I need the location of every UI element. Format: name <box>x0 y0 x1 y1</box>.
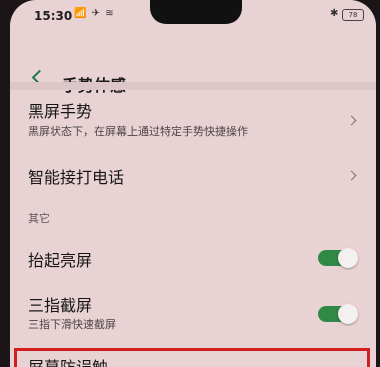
highlight-annotation-box <box>14 348 370 367</box>
setting-item-title: 智能接打电话 <box>28 168 125 187</box>
setting-item-subtitle: 三指下滑快速截屏 <box>28 318 116 331</box>
toggle-knob <box>338 248 358 268</box>
setting-item-smart-call[interactable]: 智能接打电话 <box>10 152 376 200</box>
setting-item-three-finger-screenshot[interactable]: 三指截屏 三指下滑快速截屏 <box>10 284 376 344</box>
three-finger-screenshot-toggle[interactable] <box>318 304 358 324</box>
setting-item-title: 三指截屏 <box>28 296 93 315</box>
status-time: 15:30 <box>34 9 73 23</box>
chevron-right-icon <box>346 170 357 181</box>
setting-item-title: 抬起亮屏 <box>28 251 93 270</box>
camera-notch <box>150 0 242 24</box>
signal-wifi-icon: 📶 ✈ ≋ <box>74 8 115 19</box>
setting-item-subtitle: 黑屏状态下，在屏幕上通过特定手势快捷操作 <box>28 125 248 138</box>
section-header-other: 其它 <box>28 212 50 225</box>
setting-item-title: 黑屏手势 <box>28 102 93 121</box>
battery-icon: 78 <box>342 9 364 21</box>
raise-to-wake-toggle[interactable] <box>318 248 358 268</box>
section-divider <box>10 82 376 90</box>
setting-item-raise-to-wake[interactable]: 抬起亮屏 <box>10 236 376 280</box>
phone-screen: 15:30 📶 ✈ ≋ ✱ 78 手势体感 黑屏手势 黑屏状态下，在屏幕上通过特… <box>10 0 376 367</box>
toggle-knob <box>338 304 358 324</box>
status-bar: 15:30 📶 ✈ ≋ ✱ 78 <box>10 0 376 34</box>
title-bar: 手势体感 <box>10 34 376 95</box>
setting-item-black-screen-gesture[interactable]: 黑屏手势 黑屏状态下，在屏幕上通过特定手势快捷操作 <box>10 90 376 152</box>
chevron-right-icon <box>346 115 357 126</box>
bluetooth-icon: ✱ <box>330 8 339 19</box>
